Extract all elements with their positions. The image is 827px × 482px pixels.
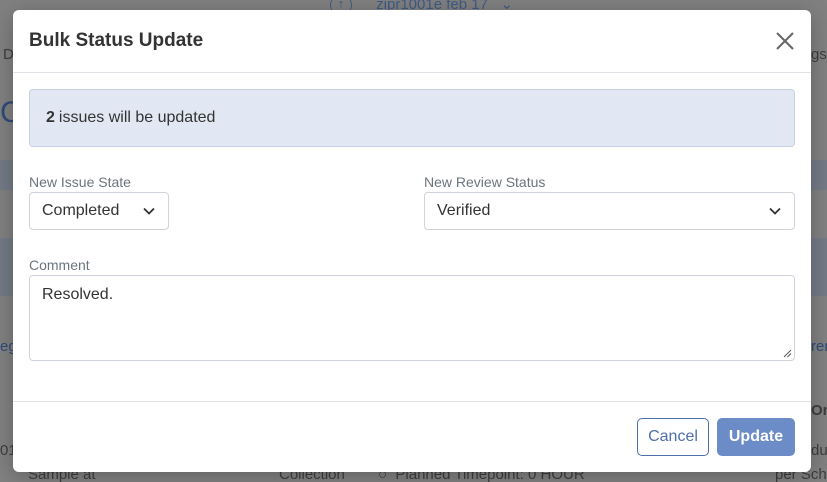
resize-handle-icon[interactable] <box>782 348 792 358</box>
modal-body: 2 issues will be updated New Issue State… <box>13 73 811 401</box>
modal-header: Bulk Status Update <box>13 10 811 73</box>
alert-message: issues will be updated <box>58 109 216 126</box>
cancel-button[interactable]: Cancel <box>637 418 709 456</box>
issue-state-select[interactable]: Completed <box>29 192 169 230</box>
review-status-label: New Review Status <box>424 174 546 190</box>
review-status-select[interactable]: Verified <box>424 192 795 230</box>
review-status-value: Verified <box>437 202 491 219</box>
background-fragment: ren <box>811 338 827 355</box>
background-fragment: du <box>811 442 827 459</box>
background-fragment: On <box>811 402 827 419</box>
comment-textarea[interactable]: Resolved. <box>29 275 795 361</box>
background-fragment: gs <box>811 46 827 63</box>
chevron-down-icon <box>143 207 155 215</box>
close-button[interactable] <box>773 29 797 53</box>
issue-state-label: New Issue State <box>29 174 131 190</box>
comment-value: Resolved. <box>42 286 114 303</box>
info-alert: 2 issues will be updated <box>29 89 795 147</box>
bulk-status-modal: Bulk Status Update 2 issues will be upda… <box>13 10 811 472</box>
update-button[interactable]: Update <box>717 418 795 456</box>
modal-title: Bulk Status Update <box>29 30 204 51</box>
modal-footer: Cancel Update <box>13 401 811 472</box>
issue-count: 2 <box>46 109 55 126</box>
issue-state-value: Completed <box>42 202 120 219</box>
close-icon <box>776 32 794 50</box>
chevron-down-icon <box>769 207 781 215</box>
comment-label: Comment <box>29 257 90 273</box>
